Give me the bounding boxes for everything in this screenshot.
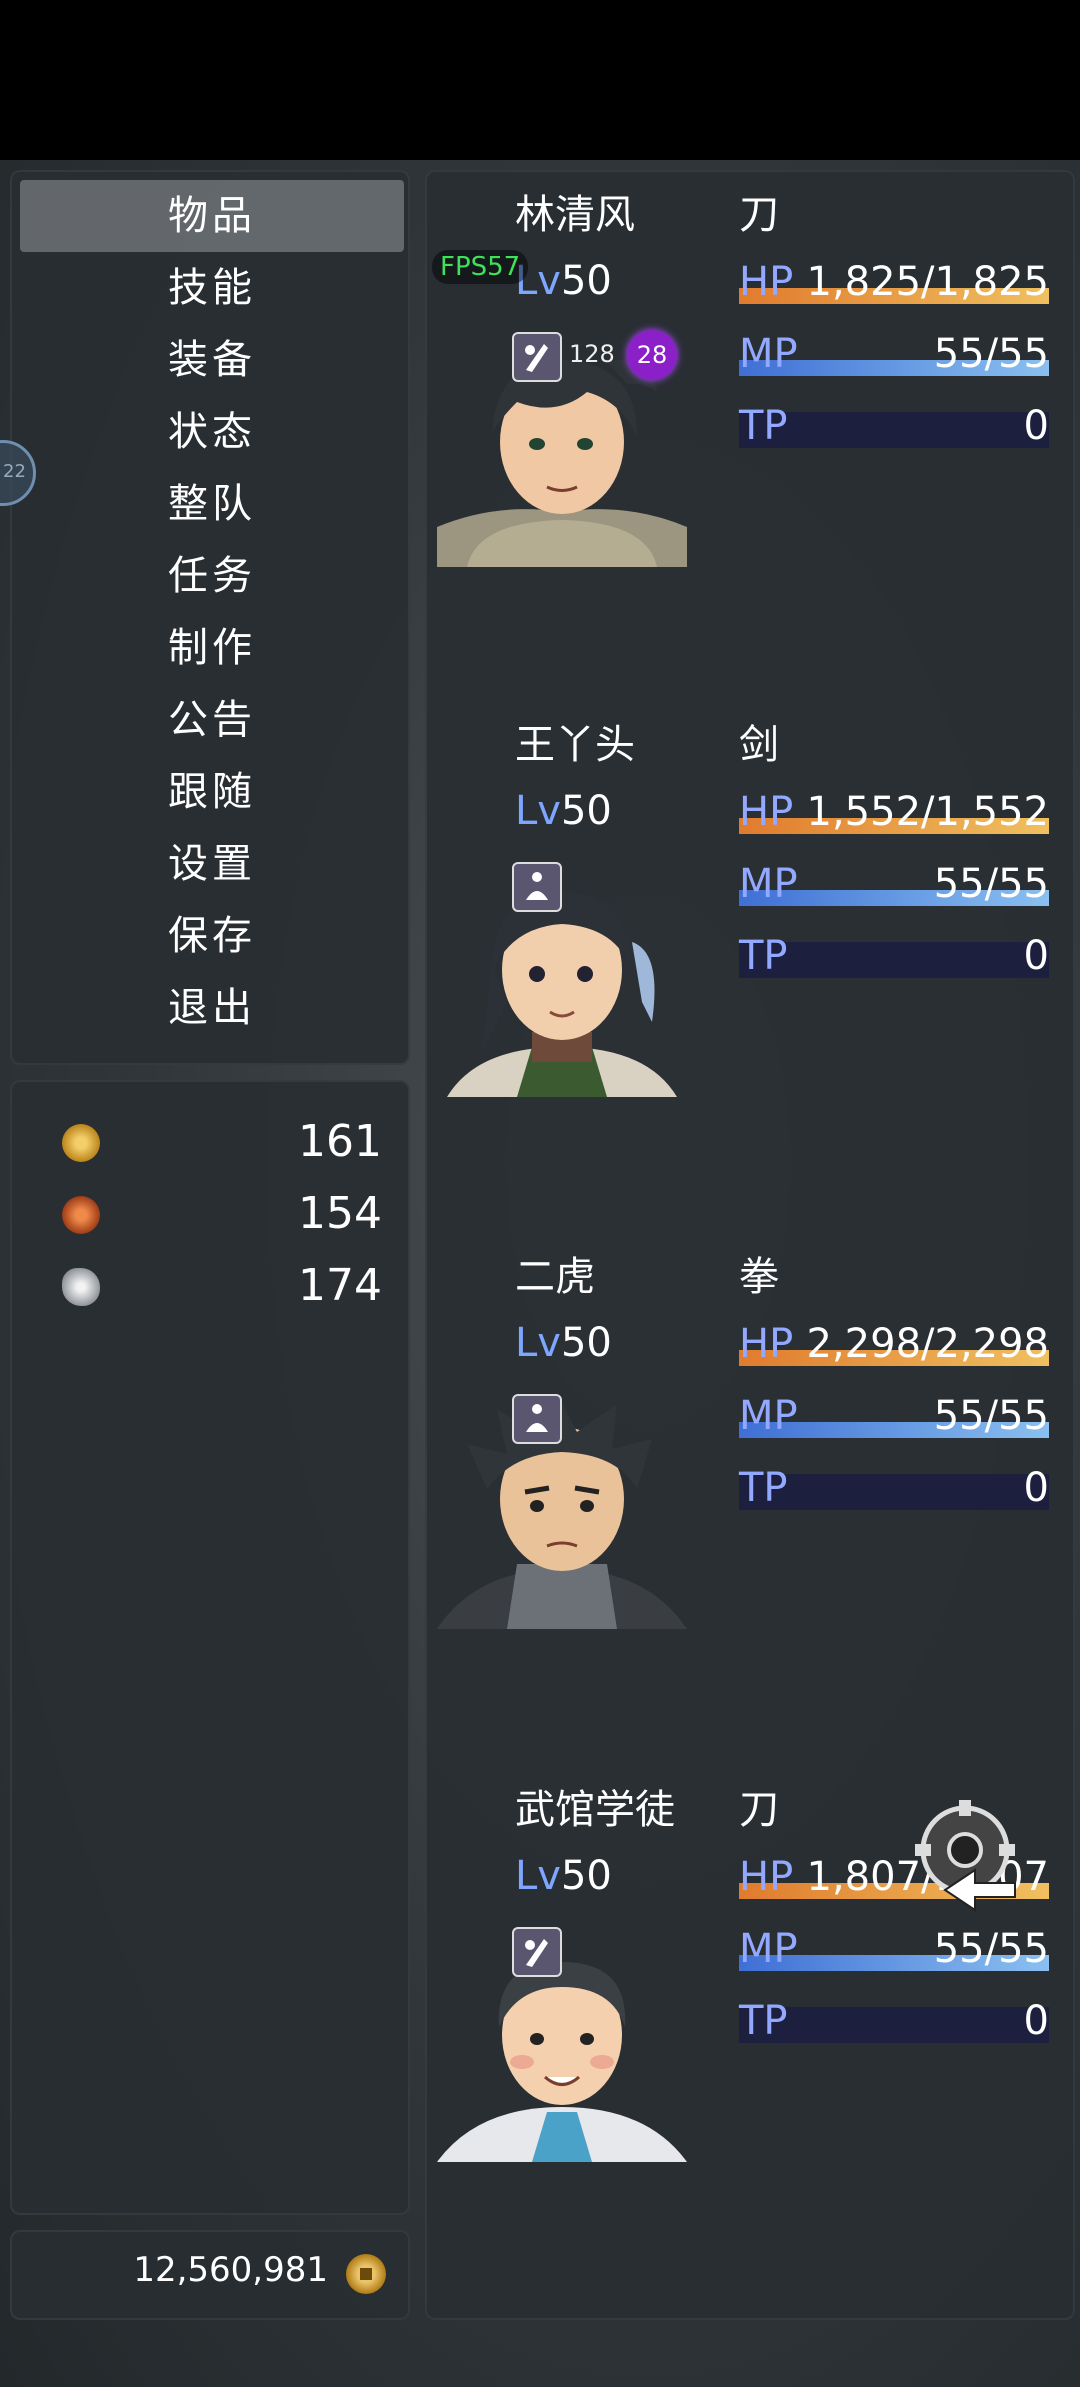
mp-value: 55/55	[933, 861, 1049, 907]
menu-item-quests[interactable]: 任务	[20, 540, 404, 612]
blade-stance-icon	[512, 332, 562, 382]
party-member-1[interactable]: 林清风 刀 Lv50 128 28 HP 1,825/1,825 MP 55/5…	[427, 172, 1077, 692]
blade-stance-icon	[512, 1927, 562, 1977]
menu-item-exit[interactable]: 退出	[20, 972, 404, 1044]
hp-label: HP	[739, 789, 794, 835]
tp-gauge: TP 0	[739, 1464, 1049, 1512]
member-level: Lv50	[515, 1320, 612, 1366]
command-menu: 物品 技能 装备 状态 整队 任务 制作 公告 跟随 设置 保存 退出	[10, 170, 410, 1065]
tp-gauge: TP 0	[739, 402, 1049, 450]
mp-value: 55/55	[933, 1926, 1049, 1972]
level-label: Lv	[515, 788, 561, 834]
tp-label: TP	[739, 403, 788, 449]
mp-value: 55/55	[933, 331, 1049, 377]
meditation-icon	[512, 862, 562, 912]
party-member-2[interactable]: 王丫头 剑 Lv50 HP 1,552/1,552 MP 55/55 TP 0	[427, 702, 1077, 1222]
tp-gauge: TP 0	[739, 932, 1049, 980]
menu-item-notice[interactable]: 公告	[20, 684, 404, 756]
hp-value: 1,825/1,825	[806, 259, 1050, 305]
resource-value: 161	[298, 1116, 382, 1167]
level-value: 50	[560, 788, 612, 834]
party-member-3[interactable]: 二虎 拳 Lv50 HP 2,298/2,298 MP 55/55 TP 0	[427, 1234, 1077, 1754]
buff-count: 128	[569, 340, 615, 368]
settings-gear-icon[interactable]	[905, 1795, 1025, 1915]
level-label: Lv	[515, 1320, 561, 1366]
mp-gauge: MP 55/55	[739, 1392, 1049, 1440]
tp-value: 0	[1023, 1998, 1049, 2044]
resource-row: 174	[52, 1256, 382, 1316]
menu-item-settings[interactable]: 设置	[20, 828, 404, 900]
mp-label: MP	[739, 1926, 798, 1972]
menu-item-skills[interactable]: 技能	[20, 252, 404, 324]
member-level: Lv50	[515, 258, 612, 304]
fps-counter: FPS57	[432, 250, 529, 284]
iron-ore-icon	[62, 1124, 100, 1162]
tp-label: TP	[739, 1998, 788, 2044]
menu-item-follow[interactable]: 跟随	[20, 756, 404, 828]
mp-label: MP	[739, 861, 798, 907]
hp-gauge: HP 1,825/1,825	[739, 258, 1049, 306]
menu-item-formation[interactable]: 整队	[20, 468, 404, 540]
mp-gauge: MP 55/55	[739, 860, 1049, 908]
tp-gauge: TP 0	[739, 1997, 1049, 2045]
resource-row: 154	[52, 1184, 382, 1244]
silver-ore-icon	[62, 1268, 100, 1306]
member-name: 二虎	[515, 1254, 595, 1300]
member-name: 武馆学徒	[515, 1787, 675, 1833]
member-portrait	[437, 852, 687, 1097]
hp-gauge: HP 2,298/2,298	[739, 1320, 1049, 1368]
mp-gauge: MP 55/55	[739, 330, 1049, 378]
member-weapon: 拳	[739, 1254, 779, 1300]
tp-label: TP	[739, 933, 788, 979]
hp-value: 1,552/1,552	[806, 789, 1050, 835]
resource-row: 161	[52, 1112, 382, 1172]
member-name: 林清风	[515, 192, 635, 238]
member-portrait	[437, 1384, 687, 1629]
member-weapon: 刀	[739, 192, 779, 238]
resource-value: 174	[298, 1260, 382, 1311]
gold-amount: 12,560,981	[133, 2250, 328, 2290]
member-portrait	[437, 1917, 687, 2162]
resource-panel: 161 154 174	[10, 1080, 410, 2215]
mp-gauge: MP 55/55	[739, 1925, 1049, 1973]
hp-label: HP	[739, 259, 794, 305]
menu-item-save[interactable]: 保存	[20, 900, 404, 972]
menu-item-equip[interactable]: 装备	[20, 324, 404, 396]
copper-ore-icon	[62, 1196, 100, 1234]
gold-panel: 12,560,981	[10, 2230, 410, 2320]
side-button-label: 22	[3, 461, 26, 482]
party-status-panel: 林清风 刀 Lv50 128 28 HP 1,825/1,825 MP 55/5…	[425, 170, 1075, 2320]
tp-value: 0	[1023, 1465, 1049, 1511]
mp-value: 55/55	[933, 1393, 1049, 1439]
level-label: Lv	[515, 1853, 561, 1899]
member-name: 王丫头	[515, 722, 635, 768]
member-level: Lv50	[515, 1853, 612, 1899]
buff-level-badge: 28	[627, 330, 677, 380]
hp-gauge: HP 1,552/1,552	[739, 788, 1049, 836]
resource-value: 154	[298, 1188, 382, 1239]
tp-value: 0	[1023, 933, 1049, 979]
meditation-icon	[512, 1394, 562, 1444]
mp-label: MP	[739, 1393, 798, 1439]
menu-item-items[interactable]: 物品	[20, 180, 404, 252]
level-value: 50	[560, 1853, 612, 1899]
coin-icon	[346, 2254, 386, 2294]
member-weapon: 刀	[739, 1787, 779, 1833]
hp-label: HP	[739, 1321, 794, 1367]
hp-label: HP	[739, 1854, 794, 1900]
menu-item-crafting[interactable]: 制作	[20, 612, 404, 684]
hp-value: 2,298/2,298	[806, 1321, 1050, 1367]
menu-item-status[interactable]: 状态	[20, 396, 404, 468]
level-value: 50	[560, 1320, 612, 1366]
tp-label: TP	[739, 1465, 788, 1511]
member-weapon: 剑	[739, 722, 779, 768]
tp-value: 0	[1023, 403, 1049, 449]
mp-label: MP	[739, 331, 798, 377]
member-level: Lv50	[515, 788, 612, 834]
level-value: 50	[560, 258, 612, 304]
